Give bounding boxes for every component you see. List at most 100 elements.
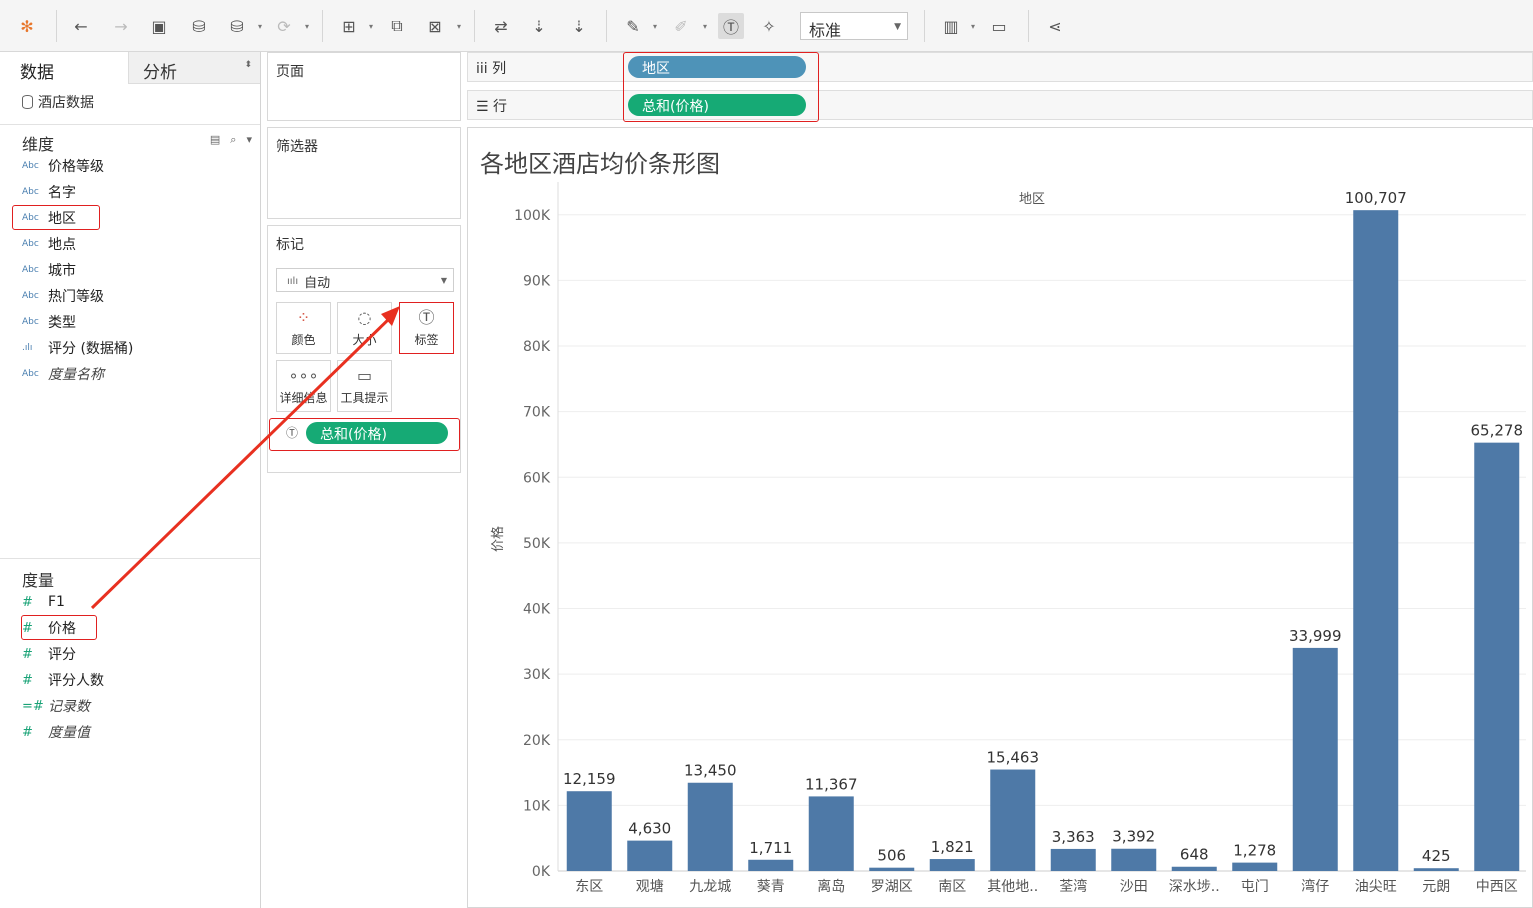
tooltip-button[interactable]: ▭ 工具提示 — [337, 360, 392, 412]
list-view-icon[interactable]: ▤ — [210, 133, 220, 147]
pages-title: 页面 — [276, 64, 304, 80]
measure-field[interactable]: # 评分 — [22, 643, 76, 665]
label-field-pill[interactable]: 总和(价格) — [306, 422, 448, 444]
chevron-down-icon: ▼ — [894, 22, 901, 32]
fit-select[interactable]: 标准 ▼ — [800, 12, 908, 40]
label-button[interactable]: Ⓣ 标签 — [399, 302, 454, 354]
measure-field[interactable]: # 评分人数 — [22, 669, 104, 691]
detail-button-label: 详细信息 — [279, 391, 328, 405]
highlight-box-shelves — [623, 52, 819, 122]
chevron-down-icon[interactable]: ▾ — [246, 133, 252, 147]
string-type-icon: Abc — [22, 187, 39, 197]
size-button[interactable]: ◌ 大小 — [337, 302, 392, 354]
tab-analysis[interactable]: 分析 ⬍ — [128, 52, 260, 84]
pin-icon[interactable]: ✧ — [756, 13, 782, 39]
bar-chart: 地区价格 0K 10K 20K 30K 40K 50K 60K 70K 80K 90K 100K 12,… — [490, 182, 1526, 895]
chevron-down-icon[interactable]: ▾ — [968, 13, 978, 39]
text-label-icon: Ⓣ — [418, 308, 435, 327]
tab-data[interactable]: 数据 — [0, 52, 128, 84]
bar — [990, 769, 1036, 871]
string-type-icon: Abc — [22, 291, 39, 301]
duplicate-sheet-icon[interactable]: ⧉ — [384, 13, 410, 39]
x-tick-label: 离岛 — [817, 878, 845, 895]
sort-descending-icon[interactable]: ⇣ — [566, 13, 592, 39]
dimension-field[interactable]: Abc 价格等级 — [22, 155, 104, 177]
dimension-field[interactable]: Abc 热门等级 — [22, 285, 104, 307]
tableau-logo-icon[interactable]: ✻ — [14, 13, 40, 39]
refresh-icon[interactable]: ⟳ — [271, 13, 297, 39]
bar — [1111, 848, 1157, 871]
save-icon[interactable]: ▣ — [146, 13, 172, 39]
share-icon[interactable]: ⋖ — [1042, 13, 1068, 39]
chevron-down-icon[interactable]: ▾ — [255, 13, 265, 39]
mark-type-select[interactable]: ıılı 自动 ▼ — [276, 268, 454, 292]
x-tick-label: 湾仔 — [1301, 878, 1329, 895]
dimension-field[interactable]: Abc 名字 — [22, 181, 76, 203]
swap-icon[interactable]: ⇄ — [488, 13, 514, 39]
measure-field[interactable]: # F1 — [22, 591, 65, 613]
dimensions-header: 维度 ▤ ⌕ ▾ — [0, 124, 260, 156]
dimension-field[interactable]: Abc 度量名称 — [22, 363, 104, 385]
new-datasource-icon[interactable]: ⛁ — [186, 13, 212, 39]
filters-card[interactable]: 筛选器 — [267, 127, 461, 219]
show-labels-icon[interactable]: Ⓣ — [718, 13, 744, 39]
measure-field-name: F1 — [48, 594, 65, 610]
label-button-label: 标签 — [414, 333, 439, 347]
chevron-down-icon[interactable]: ▾ — [650, 13, 660, 39]
group-icon[interactable]: ✐ — [668, 13, 694, 39]
dimension-field[interactable]: Abc 类型 — [22, 311, 76, 333]
search-icon[interactable]: ⌕ — [230, 133, 236, 147]
dimension-field-name: 城市 — [48, 263, 76, 279]
measure-field-name: 记录数 — [48, 699, 90, 715]
clear-sheet-icon[interactable]: ⊠ — [422, 13, 448, 39]
presentation-icon[interactable]: ▭ — [986, 13, 1012, 39]
measure-type-icon: # — [22, 646, 33, 662]
size-icon: ◌ — [357, 308, 372, 327]
measure-field[interactable]: # 度量值 — [22, 721, 90, 743]
dimension-field[interactable]: Abc 地点 — [22, 233, 76, 255]
chevron-down-icon[interactable]: ▾ — [366, 13, 376, 39]
x-tick-label: 荃湾 — [1059, 878, 1087, 895]
measure-field[interactable]: =# 记录数 — [22, 695, 90, 717]
dimension-field[interactable]: Abc 城市 — [22, 259, 76, 281]
bar-value-label: 506 — [877, 847, 906, 865]
tooltip-button-label: 工具提示 — [340, 391, 389, 405]
dimension-field[interactable]: .ılı 评分 (数据桶) — [22, 337, 133, 359]
highlight-icon[interactable]: ✎ — [620, 13, 646, 39]
new-worksheet-icon[interactable]: ⊞ — [336, 13, 362, 39]
chevron-down-icon[interactable]: ▾ — [302, 13, 312, 39]
bar — [1232, 862, 1278, 871]
bar — [748, 859, 794, 871]
columns-icon: iii — [476, 61, 488, 77]
sort-ascending-icon[interactable]: ⇣ — [526, 13, 552, 39]
pause-autoupdate-icon[interactable]: ⛁ — [224, 13, 250, 39]
chevron-down-icon[interactable]: ▾ — [454, 13, 464, 39]
size-button-label: 大小 — [352, 333, 377, 347]
chevron-down-icon[interactable]: ▾ — [700, 13, 710, 39]
redo-icon[interactable]: → — [108, 13, 134, 39]
x-tick-label: 元朗 — [1422, 879, 1450, 895]
marks-card: 标记 ıılı 自动 ▼ ⁘ 颜色 ◌ 大小 Ⓣ 标签 ∘∘∘ 详细信息 ▭ 工… — [267, 225, 461, 473]
bar — [1474, 442, 1520, 871]
datasource-item[interactable]: 酒店数据 — [22, 92, 94, 112]
mark-type-value: 自动 — [304, 276, 331, 291]
bar — [1171, 866, 1217, 871]
pages-card[interactable]: 页面 — [267, 52, 461, 121]
measures-title: 度量 — [22, 571, 55, 590]
bar-value-label: 33,999 — [1289, 627, 1342, 645]
y-tick-label: 90K — [523, 273, 551, 289]
color-button[interactable]: ⁘ 颜色 — [276, 302, 331, 354]
x-tick-label: 观塘 — [636, 879, 664, 895]
y-tick-label: 60K — [523, 470, 551, 486]
bar-value-label: 1,821 — [931, 838, 974, 856]
rows-icon: ☰ — [476, 99, 489, 115]
detail-button[interactable]: ∘∘∘ 详细信息 — [276, 360, 331, 412]
bar — [627, 840, 673, 871]
measure-type-icon: =# — [22, 698, 44, 714]
chevron-down-icon: ▼ — [440, 276, 447, 285]
bar — [1292, 647, 1338, 871]
undo-icon[interactable]: ← — [68, 13, 94, 39]
bar-chart-icon: ıılı — [287, 276, 299, 287]
color-icon: ⁘ — [296, 308, 311, 327]
show-me-icon[interactable]: ▥ — [938, 13, 964, 39]
